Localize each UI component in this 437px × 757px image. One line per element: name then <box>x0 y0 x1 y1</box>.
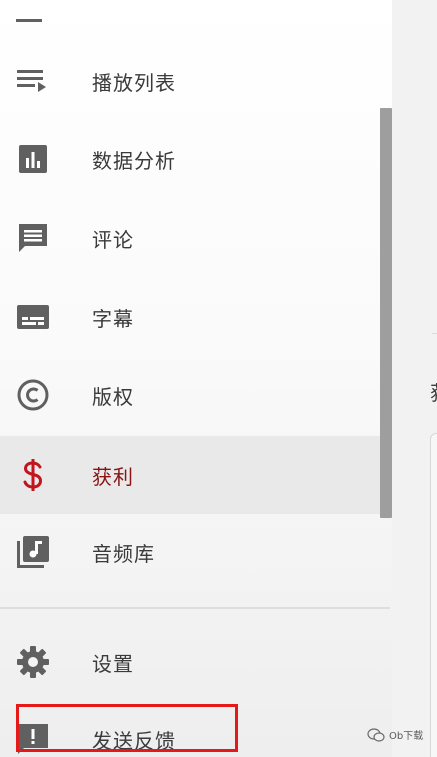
sidebar-item-label: 发送反馈 <box>92 728 176 753</box>
menu-partial-icon <box>16 19 42 22</box>
sidebar-item-label: 数据分析 <box>92 148 176 173</box>
audio-library-icon <box>14 533 52 571</box>
sidebar-item-label: 字幕 <box>92 306 134 331</box>
sidebar-divider <box>0 607 390 609</box>
sidebar-scrollbar[interactable] <box>380 108 392 518</box>
watermark-text: Ob下载 <box>389 731 424 742</box>
sidebar-item-label: 音频库 <box>92 541 155 566</box>
sidebar-item-label: 版权 <box>92 384 134 409</box>
content-divider <box>432 333 437 334</box>
sidebar-item-analytics[interactable]: 数据分析 <box>0 120 380 198</box>
sidebar-item-monetization[interactable]: 获利 <box>0 436 380 514</box>
sidebar-item-label: 获利 <box>92 464 134 489</box>
analytics-icon <box>14 140 52 178</box>
sidebar-item-label: 评论 <box>92 227 134 252</box>
comments-icon <box>14 219 52 257</box>
sidebar-item-comments[interactable]: 评论 <box>0 199 380 277</box>
sidebar-item-feedback[interactable]: 发送反馈 <box>0 700 380 757</box>
sidebar-item-copyright[interactable]: 版权 <box>0 356 380 434</box>
playlist-icon <box>14 62 52 100</box>
monetization-icon <box>14 456 52 494</box>
content-card <box>430 433 437 757</box>
feedback-icon <box>14 720 52 757</box>
main-content-partial: 获 <box>392 0 437 757</box>
sidebar-item-audio-library[interactable]: 音频库 <box>0 513 380 591</box>
sidebar-item-playlists[interactable]: 播放列表 <box>0 42 380 120</box>
sidebar-item-subtitles[interactable]: 字幕 <box>0 278 380 356</box>
subtitles-icon <box>14 298 52 336</box>
studio-page: 播放列表 数据分析 评论 字幕 版权 获利 音频库 设置 发送反馈 Ob下载 <box>0 0 437 757</box>
sidebar-item-label: 设置 <box>92 651 134 676</box>
sidebar-item-settings[interactable]: 设置 <box>0 623 380 701</box>
partial-heading: 获 <box>430 377 437 406</box>
sidebar-item-label: 播放列表 <box>92 70 176 95</box>
sidebar: 播放列表 数据分析 评论 字幕 版权 获利 音频库 设置 发送反馈 <box>0 0 392 757</box>
settings-icon <box>14 643 52 681</box>
wechat-icon <box>367 727 385 742</box>
copyright-icon <box>14 376 52 414</box>
watermark: Ob下载 <box>367 727 423 742</box>
